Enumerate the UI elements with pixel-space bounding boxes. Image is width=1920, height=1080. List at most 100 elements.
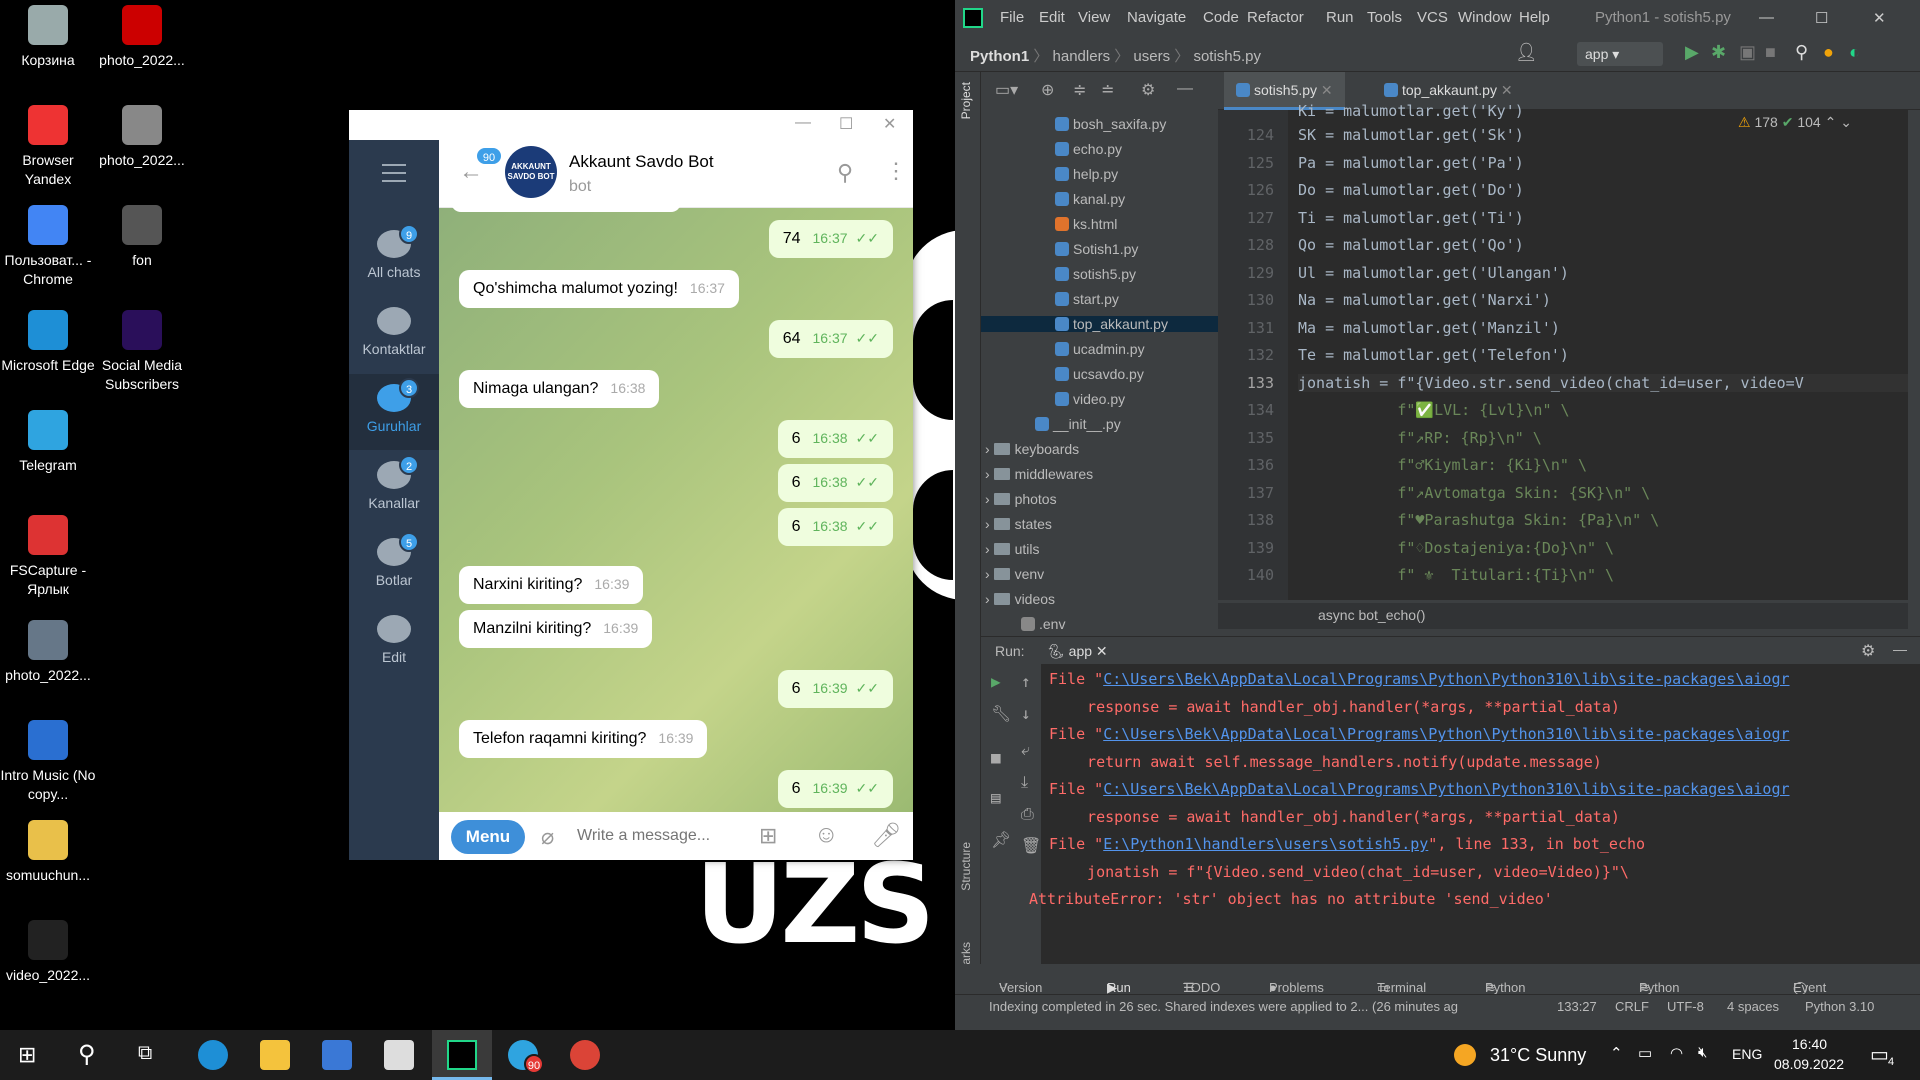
more-icon[interactable]: ⋮ (885, 158, 907, 184)
project-tool-tab[interactable]: Project (959, 82, 973, 119)
language-indicator[interactable]: ENG (1732, 1046, 1762, 1062)
pycharm-taskbar-icon[interactable] (432, 1030, 492, 1080)
task-view-icon[interactable]: ⧉ (138, 1042, 152, 1065)
volume-mute-icon[interactable]: 🔇︎ (1698, 1044, 1707, 1061)
tree-item[interactable]: › keyboards (985, 441, 1079, 457)
desktop-icon[interactable]: photo_2022... (0, 620, 96, 685)
update-icon[interactable]: ● (1823, 42, 1834, 63)
collapse-all-icon[interactable]: ≐ (1101, 80, 1114, 100)
message-incoming[interactable]: Narxini kiriting? 16:39 (459, 566, 644, 604)
tree-item[interactable]: ucsavdo.py (1055, 366, 1144, 382)
chat-name[interactable]: Akkaunt Savdo Bot (569, 152, 714, 172)
desktop-icon[interactable]: video_2022... (0, 920, 96, 985)
message-outgoing[interactable]: 6 16:38 ✓✓ (777, 464, 893, 502)
attach-icon[interactable]: ⌀ (541, 824, 554, 850)
folder-all-chats[interactable]: 9 All chats (349, 220, 439, 296)
folder-botlar[interactable]: 5 Botlar (349, 528, 439, 604)
clock-date[interactable]: 08.09.2022 (1774, 1056, 1844, 1072)
message-incoming[interactable]: Manzilni kiriting? 16:39 (459, 610, 653, 648)
menu-vcs[interactable]: VCS (1417, 9, 1448, 26)
menu-edit[interactable]: Edit (1039, 9, 1065, 26)
hide-icon[interactable]: — (1177, 80, 1193, 98)
trash-icon[interactable]: 🗑︎ (1021, 836, 1041, 855)
wifi-icon[interactable]: ◠ (1670, 1044, 1683, 1062)
stop-icon[interactable]: ■ (1765, 42, 1776, 63)
gear-icon[interactable]: ⚙ (1861, 641, 1875, 661)
soft-wrap-icon[interactable]: ⤶ (1021, 740, 1030, 760)
minimize-icon[interactable]: — (1759, 9, 1774, 26)
menu-tools[interactable]: Tools (1367, 9, 1402, 26)
desktop-icon[interactable]: photo_2022... (94, 5, 190, 70)
message-incoming[interactable]: Telefon raqamni kiriting? 16:39 (459, 720, 708, 758)
down-arrow-icon[interactable]: ↓ (1021, 704, 1031, 723)
tree-item[interactable]: start.py (1055, 291, 1119, 307)
message-input[interactable] (577, 824, 727, 848)
run-tab[interactable]: 🐍︎ app ✕ (1047, 643, 1108, 660)
expand-chevron-icon[interactable]: › (985, 441, 994, 457)
desktop-icon[interactable]: Browser Yandex (0, 105, 96, 189)
tree-item[interactable]: › utils (985, 541, 1039, 557)
tree-item[interactable]: bosh_saxifa.py (1055, 116, 1166, 132)
inspection-widget[interactable]: ⚠ 178 ✔ 104 ⌃ ⌄ (1738, 114, 1852, 131)
jetbrains-icon[interactable]: ◐ (1849, 42, 1860, 63)
chrome-taskbar-icon[interactable] (570, 1040, 600, 1070)
tree-item[interactable]: video.py (1055, 391, 1125, 407)
mail-taskbar-icon[interactable] (384, 1040, 414, 1070)
desktop-icon[interactable]: Telegram (0, 410, 96, 475)
wrench-icon[interactable]: 🔧︎ (991, 704, 1011, 723)
message-outgoing[interactable]: 6 16:38 ✓✓ (777, 508, 893, 546)
menu-code[interactable]: Code (1203, 9, 1239, 26)
stop-icon[interactable]: ■ (991, 748, 1001, 767)
menu-navigate[interactable]: Navigate (1127, 9, 1186, 26)
message-outgoing[interactable]: 6 16:39 ✓✓ (777, 770, 893, 808)
console-file-link[interactable]: C:\Users\Bek\AppData\Local\Programs\Pyth… (1103, 780, 1789, 798)
search-icon[interactable]: ⚲ (1795, 42, 1808, 63)
menu-run[interactable]: Run (1326, 9, 1354, 26)
expand-chevron-icon[interactable]: › (985, 491, 994, 507)
tree-item[interactable]: › videos (985, 591, 1055, 607)
pin-icon[interactable]: 📌︎ (991, 830, 1011, 849)
menu-file[interactable]: File (1000, 9, 1024, 26)
run-icon[interactable]: ▶ (1685, 42, 1699, 63)
desktop-icon[interactable]: FSCapture - Ярлык (0, 515, 96, 599)
up-arrow-icon[interactable]: ↑ (1021, 672, 1031, 691)
expand-chevron-icon[interactable]: › (985, 466, 994, 482)
message-outgoing[interactable]: 74 16:37 ✓✓ (768, 220, 893, 258)
locate-icon[interactable]: ⊕ (1041, 80, 1054, 100)
maximize-icon[interactable]: ☐ (1815, 9, 1828, 27)
breadcrumb-item[interactable]: sotish5.py (1193, 48, 1261, 65)
battery-icon[interactable]: ▭ (1638, 1044, 1652, 1062)
tree-item[interactable]: › venv (985, 566, 1044, 582)
close-icon[interactable]: ✕ (1873, 9, 1886, 27)
close-tab-icon[interactable]: ✕ (1317, 82, 1333, 98)
console-file-link[interactable]: C:\Users\Bek\AppData\Local\Programs\Pyth… (1103, 670, 1789, 688)
folder-guruhlar[interactable]: 3 Guruhlar (349, 374, 439, 450)
interpreter[interactable]: Python 3.10 (1805, 999, 1874, 1014)
coverage-icon[interactable]: ▣ (1739, 42, 1756, 63)
weather-icon[interactable] (1454, 1044, 1476, 1066)
desktop-icon[interactable]: somuuchun... (0, 820, 96, 885)
console-file-link[interactable]: E:\Python1\handlers\users\sotish5.py (1103, 835, 1428, 853)
tree-item[interactable]: echo.py (1055, 141, 1122, 157)
tree-item[interactable]: ucadmin.py (1055, 341, 1145, 357)
menu-refactor[interactable]: Refactor (1247, 9, 1304, 26)
explorer-taskbar-icon[interactable] (260, 1040, 290, 1070)
maximize-icon[interactable]: ☐ (839, 114, 853, 134)
debug-icon[interactable]: ✱ (1711, 42, 1726, 63)
desktop-icon[interactable]: Social Media Subscribers (94, 310, 190, 394)
minimize-icon[interactable]: — (795, 114, 811, 132)
expand-all-icon[interactable]: ≑ (1073, 80, 1086, 100)
message-outgoing[interactable]: 6 16:39 ✓✓ (777, 670, 893, 708)
expand-chevron-icon[interactable]: › (985, 541, 994, 557)
tree-item[interactable]: sotish5.py (1055, 266, 1136, 282)
tree-item[interactable]: top_akkaunt.py (981, 316, 1218, 332)
tree-item[interactable]: ks.html (1055, 216, 1117, 232)
tree-item[interactable]: › photos (985, 491, 1057, 507)
clock-time[interactable]: 16:40 (1792, 1036, 1827, 1052)
tree-item[interactable]: Sotish1.py (1055, 241, 1138, 257)
emoji-icon[interactable]: ☺ (814, 821, 839, 849)
close-icon[interactable]: ✕ (883, 114, 896, 134)
message-incoming[interactable]: Nimaga ulangan? 16:38 (459, 370, 660, 408)
vcs-user-icon[interactable]: 👤︎ (1515, 42, 1538, 63)
layout-icon[interactable]: ▤ (991, 788, 1001, 807)
